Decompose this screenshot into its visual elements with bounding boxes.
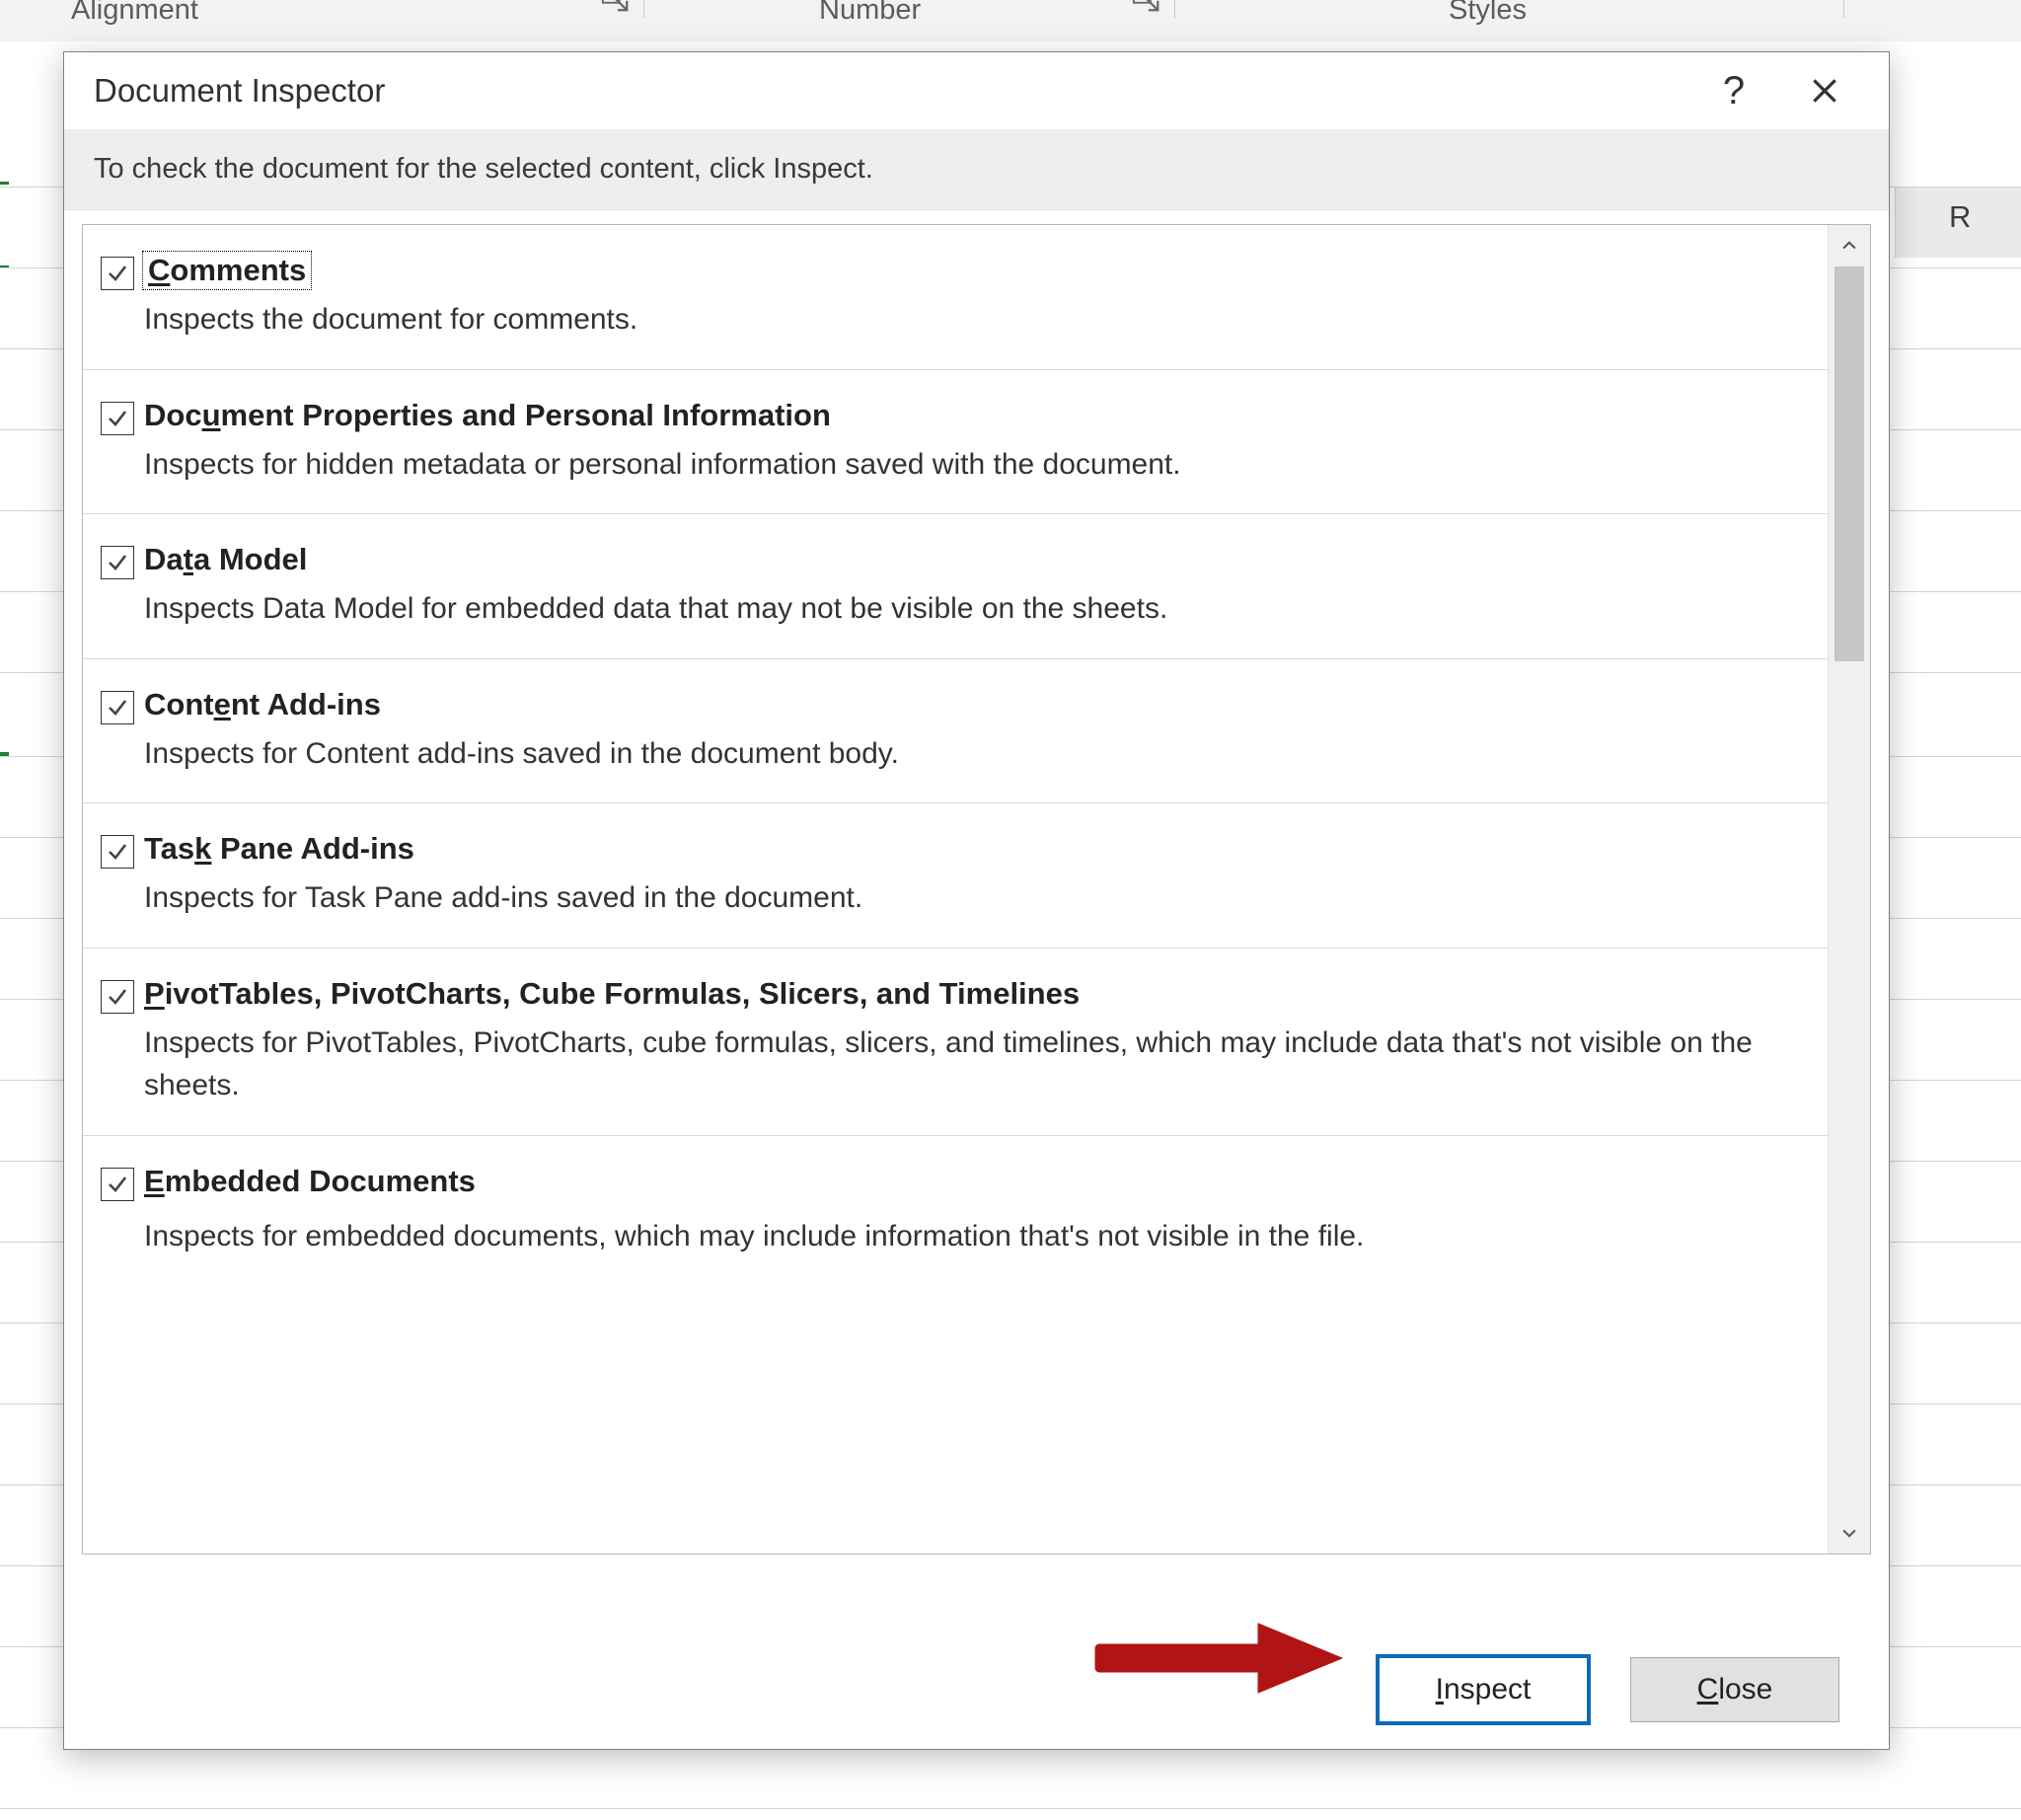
option-description: Inspects the document for comments.	[144, 298, 1803, 341]
option-title: Data Model	[144, 542, 1803, 577]
close-icon	[1809, 75, 1840, 107]
scroll-track[interactable]	[1829, 266, 1870, 1512]
option-embedded-documents[interactable]: Embedded Documents Inspects for embedded…	[83, 1136, 1829, 1252]
inspector-options-panel: Comments Inspects the document for comme…	[82, 224, 1871, 1555]
option-description: Inspects for Content add-ins saved in th…	[144, 732, 1803, 776]
ribbon-separator	[1174, 0, 1175, 18]
option-description: Inspects for PivotTables, PivotCharts, c…	[144, 1022, 1803, 1107]
option-data-model[interactable]: Data Model Inspects Data Model for embed…	[83, 514, 1829, 659]
column-header-r: R	[1949, 199, 1971, 235]
scrollbar-vertical[interactable]	[1828, 225, 1870, 1554]
option-description: Inspects for hidden metadata or personal…	[144, 443, 1803, 487]
checkbox-taskpane-addins[interactable]	[101, 835, 144, 920]
checkbox-pivottables[interactable]	[101, 980, 144, 1107]
accelerator: I	[1436, 1673, 1444, 1706]
option-title: Task Pane Add-ins	[144, 831, 1803, 867]
scroll-up-button[interactable]	[1829, 225, 1870, 266]
accelerator: C	[1697, 1673, 1719, 1706]
ribbon-separator	[1843, 0, 1844, 18]
chevron-down-icon	[1839, 1523, 1859, 1543]
checkbox-data-model[interactable]	[101, 546, 144, 631]
document-inspector-dialog: Document Inspector ? To check the docume…	[63, 51, 1890, 1750]
inspector-options-list: Comments Inspects the document for comme…	[83, 225, 1829, 1554]
inspect-button[interactable]: Inspect	[1376, 1654, 1591, 1725]
option-document-properties[interactable]: Document Properties and Personal Informa…	[83, 370, 1829, 515]
dialog-instruction: To check the document for the selected c…	[64, 129, 1889, 210]
option-title: Content Add-ins	[144, 687, 1803, 722]
checkbox-embedded-documents[interactable]	[101, 1168, 144, 1252]
checkbox-document-properties[interactable]	[101, 402, 144, 487]
close-window-button[interactable]	[1790, 66, 1859, 115]
ribbon-group-number: Number	[819, 0, 921, 27]
scroll-thumb[interactable]	[1834, 266, 1864, 661]
dialog-title: Document Inspector	[94, 72, 1678, 110]
option-content-addins[interactable]: Content Add-ins Inspects for Content add…	[83, 659, 1829, 804]
close-button[interactable]: Close	[1630, 1657, 1839, 1722]
option-title: Document Properties and Personal Informa…	[144, 398, 1803, 433]
ribbon-group-alignment: Alignment	[71, 0, 198, 27]
option-description: Inspects for Task Pane add-ins saved in …	[144, 876, 1803, 920]
option-title: Embedded Documents	[144, 1164, 1803, 1199]
help-icon: ?	[1723, 71, 1745, 111]
dialog-titlebar[interactable]: Document Inspector ?	[64, 52, 1889, 129]
option-title: PivotTables, PivotCharts, Cube Formulas,…	[144, 976, 1803, 1012]
option-description: Inspects Data Model for embedded data th…	[144, 587, 1803, 631]
option-description: Inspects for embedded documents, which m…	[144, 1215, 1803, 1258]
dialog-launcher-icon[interactable]	[601, 0, 631, 14]
checkbox-content-addins[interactable]	[101, 691, 144, 776]
dialog-footer: Inspect Close	[64, 1630, 1889, 1749]
help-button[interactable]: ?	[1699, 66, 1768, 115]
option-title: Comments	[144, 253, 310, 288]
ribbon-separator	[643, 0, 644, 18]
option-comments[interactable]: Comments Inspects the document for comme…	[83, 225, 1829, 370]
selected-row-indicator	[0, 182, 9, 268]
ribbon-group-styles: Styles	[1449, 0, 1527, 27]
chevron-up-icon	[1839, 236, 1859, 256]
ribbon-group-labels: Alignment Number Styles	[0, 0, 2021, 42]
option-pivottables[interactable]: PivotTables, PivotCharts, Cube Formulas,…	[83, 948, 1829, 1136]
scroll-down-button[interactable]	[1829, 1512, 1870, 1554]
option-taskpane-addins[interactable]: Task Pane Add-ins Inspects for Task Pane…	[83, 803, 1829, 948]
dialog-launcher-icon[interactable]	[1132, 0, 1161, 14]
checkbox-comments[interactable]	[101, 257, 144, 341]
